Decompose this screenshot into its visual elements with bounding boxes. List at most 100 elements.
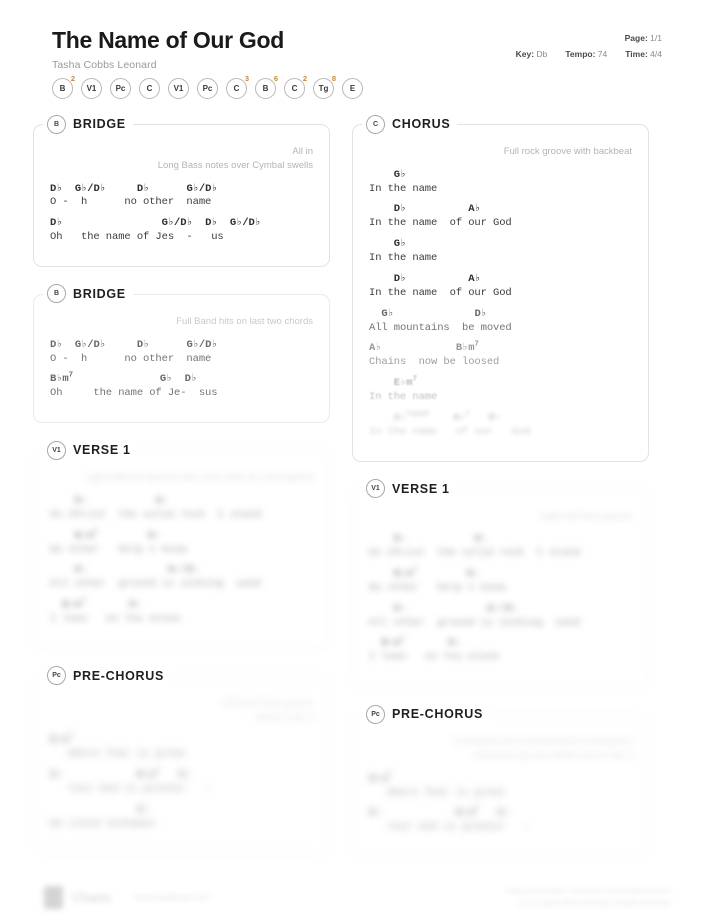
arrangement-badge-tg[interactable]: Tg 8 [313, 74, 336, 99]
arrangement-badge-b[interactable]: B6 [255, 74, 278, 99]
chart-body: All in Long Bass notes over Cymbal swells… [0, 99, 714, 858]
lyric-line: In the name [369, 182, 438, 195]
lyric-line: In the name of our God [369, 425, 531, 438]
chord-line: A♭ B♭m7 [369, 340, 479, 355]
arrangement-badge-label: C [146, 84, 153, 93]
section-title: BRIDGE [73, 117, 126, 131]
key-label: Key: [515, 49, 535, 60]
section-card: Full Band hits on last two chords D♭ G♭/D… [33, 293, 330, 424]
chord-lyric-pair: D♭ A♭ In the name of our God [369, 203, 632, 231]
lyric-line: All other ground is sinking sand [369, 616, 580, 629]
section-header: B BRIDGE [43, 113, 133, 135]
arrangement-badge-e[interactable]: E [342, 78, 363, 99]
brand-logo-icon [44, 886, 63, 909]
arrangement-badge-v1[interactable]: V1 [168, 78, 189, 99]
chord-lyric-pair: B♭m7 Where fear is great [50, 733, 313, 762]
key-indicator: Key: Db [516, 46, 548, 62]
section-title: VERSE 1 [392, 481, 450, 496]
time-label: Time: [625, 49, 648, 60]
arrangement-badge-pc[interactable]: Pc [110, 78, 131, 99]
time-value: 4/4 [650, 49, 662, 60]
page-indicator: Page: 1/1 [516, 30, 662, 46]
chord-line: B♭m7 G♭ [50, 597, 142, 612]
section-badge: Pc [47, 666, 66, 686]
section-bridge[interactable]: All in Long Bass notes over Cymbal swells… [33, 113, 330, 267]
arrangement-badge-repeat-count: 8 [331, 74, 336, 83]
section-card: Light half-time groove D♭ G♭ On Christ th… [352, 488, 649, 688]
lyric-line: I lean on You alone [369, 651, 500, 664]
tempo-indicator: Tempo: 74 [565, 46, 607, 62]
chord-lyric-lines: D♭ G♭ On Christ the solid rock I stand B♭… [50, 495, 313, 627]
section-card: Crescendo and build dynamics throughout M… [352, 714, 649, 858]
lyric-line: On Christ the solid rock I stand [50, 508, 261, 521]
section-pre-chorus[interactable]: Off beat Toms groove Build to bar 4 B♭m7 W… [33, 664, 330, 854]
arrangement-badge-repeat-count: 3 [244, 74, 249, 83]
arrangement-badge-repeat-count: 2 [70, 74, 75, 83]
chord-line: D♭ A♭ [369, 203, 481, 216]
chord-lyric-pair: D♭ B♭m7 G♭ Your God is greater - [369, 806, 632, 835]
chord-line: D♭ B♭m7 G♭ [50, 767, 191, 782]
lyric-line: All mountains be moved [369, 321, 512, 334]
section-badge: V1 [366, 479, 385, 499]
section-title: BRIDGE [73, 286, 126, 301]
section-pre-chorus[interactable]: Crescendo and build dynamics throughout M… [352, 703, 649, 858]
chord-line: E♭m7 [369, 375, 417, 390]
footer-brand-group: Charts www.multitracks.com [44, 886, 209, 909]
arrangement-badge-label: Pc [202, 84, 213, 93]
arrangement-badge-label: C [233, 84, 240, 93]
arrangement-badge-c[interactable]: C [139, 78, 160, 99]
chord-chart-page: The Name of Our God Tasha Cobbs Leonard … [0, 0, 714, 923]
chord-lyric-pair: B♭m7 G♭ I lean on You alone [369, 636, 632, 665]
section-bridge[interactable]: Full Band hits on last two chords D♭ G♭/D… [33, 282, 330, 424]
arrangement-badge-c[interactable]: C3 [226, 74, 249, 99]
arrangement-badge-pc[interactable]: Pc [197, 78, 218, 99]
section-note: Crescendo and build dynamics throughout [454, 736, 632, 748]
lyric-line: On Christ the solid rock I stand [369, 547, 580, 560]
arrangement-badge-v1[interactable]: V1 [81, 78, 102, 99]
chord-line: G♭ [369, 238, 407, 251]
lyric-line: No other help I know [369, 581, 506, 594]
section-badge: B [47, 114, 66, 134]
tempo-label: Tempo: [565, 49, 596, 60]
arrangement-badge-b[interactable]: B2 [52, 74, 75, 99]
chord-lyric-pair: G♭ In the name [369, 169, 632, 197]
arrangement-badge-label: Pc [115, 84, 126, 93]
chord-lyric-pair: D♭ G♭/D♭ D♭ G♭/D♭ O - h no other name [50, 339, 313, 367]
lyric-line: Where fear is great [369, 786, 506, 799]
chord-lyric-pair: B♭m7 G♭ No other help I know [50, 528, 313, 558]
page-footer: Charts www.multitracks.com Song License … [0, 886, 714, 909]
chord-line: G♭ [50, 803, 150, 816]
chord-line: D♭ G♭/D♭ [369, 602, 518, 615]
section-note: All in [292, 146, 313, 157]
lyric-line: Your God is greater - [369, 821, 531, 834]
section-verse-1[interactable]: Light half-time groove D♭ G♭ On Christ th… [352, 477, 649, 688]
chord-line: G♭ D♭ [369, 307, 487, 320]
lyric-line: Your God is greater - [50, 782, 212, 795]
section-header: V1 VERSE 1 [362, 477, 457, 500]
lyric-line: In the name of our God [369, 217, 512, 230]
chord-line: B♭m7 G♭ D♭ [50, 371, 198, 386]
chord-lyric-pair: D♭ G♭ On Christ the solid rock I stand [50, 495, 313, 523]
chord-lyric-pair: B♭m7 G♭ I lean on You alone [50, 597, 313, 627]
arrangement-badge-label: C [291, 84, 298, 93]
right-column: Full rock groove with backbeat G♭ In the … [352, 113, 649, 858]
arrangement-badge-label: V1 [86, 84, 97, 93]
lyric-line: In the name of our God [369, 286, 512, 299]
section-chorus[interactable]: Full rock groove with backbeat G♭ In the … [352, 113, 649, 462]
lyric-line: Oh the name of Jes - us [50, 231, 224, 244]
chord-line: G♭ [369, 168, 407, 181]
chord-lyric-pair: A♭ B♭m7 Chains now be loosed [369, 340, 632, 370]
section-verse-1[interactable]: Light half-time groove with cross stick … [33, 439, 330, 649]
key-value: Db [536, 49, 548, 60]
section-note: Light half-time groove [540, 510, 632, 522]
lyric-line: I lean on You alone [50, 612, 181, 625]
chord-lyric-pair: G♭ D♭ All mountains be moved [369, 308, 632, 336]
section-badge: Pc [366, 704, 385, 724]
section-badge: B [47, 284, 66, 304]
time-signature-indicator: Time: 4/4 [625, 46, 662, 62]
arrangement-badge-label: E [349, 84, 356, 93]
arrangement-badge-c[interactable]: C2 [284, 74, 307, 99]
chord-line: A♭7sus4 A♭7 D♭ [369, 410, 501, 424]
copyright-line-1: Song License Admin. | Neil Harris, Tasha… [506, 888, 670, 896]
section-card: Light half-time groove with cross stick … [33, 450, 330, 649]
